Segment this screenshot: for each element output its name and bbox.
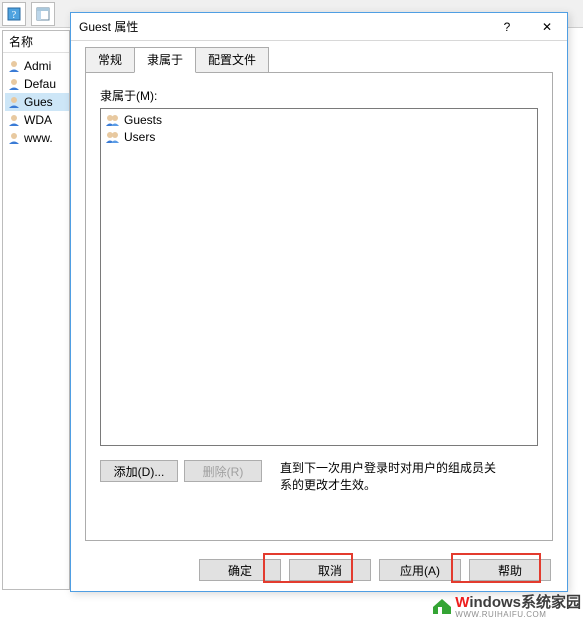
group-row-label: Users [124, 130, 155, 144]
list-item-label: www. [24, 131, 53, 145]
list-item-label: Gues [24, 95, 53, 109]
user-icon [7, 77, 21, 91]
list-item-selected[interactable]: Gues [5, 93, 69, 111]
list-item[interactable]: www. [5, 129, 69, 147]
titlebar[interactable]: Guest 属性 ? ✕ [71, 13, 567, 41]
tab-profile[interactable]: 配置文件 [195, 47, 269, 73]
tab-page-member-of: 隶属于(M): Guests Users 添加(D)... 删除(R) 直到下一… [85, 73, 553, 541]
tab-member-of[interactable]: 隶属于 [134, 47, 196, 73]
user-icon [7, 95, 21, 109]
group-icon [105, 113, 120, 127]
remove-button[interactable]: 删除(R) [184, 460, 262, 482]
help-button-footer[interactable]: 帮助 [469, 559, 551, 581]
list-item-label: Admi [24, 59, 51, 73]
close-button[interactable]: ✕ [527, 13, 567, 41]
watermark-logo-icon [431, 595, 453, 615]
background-user-list: 名称 Admi Defau Gues WDA www. [2, 30, 70, 590]
list-item[interactable]: WDA [5, 111, 69, 129]
tab-strip: 常规 隶属于 配置文件 [85, 51, 553, 73]
tab-general[interactable]: 常规 [85, 47, 135, 73]
column-header-name[interactable]: 名称 [3, 31, 69, 53]
cancel-button[interactable]: 取消 [289, 559, 371, 581]
dialog-title: Guest 属性 [79, 18, 487, 35]
svg-text:?: ? [12, 10, 17, 21]
membership-hint: 直到下一次用户登录时对用户的组成员关 系的更改才生效。 [280, 460, 538, 494]
help-button[interactable]: ? [487, 13, 527, 41]
dialog-footer: 确定 取消 应用(A) 帮助 [71, 559, 567, 581]
list-item-label: Defau [24, 77, 56, 91]
list-item-label: WDA [24, 113, 52, 127]
user-icon [7, 131, 21, 145]
apply-button[interactable]: 应用(A) [379, 559, 461, 581]
watermark-url: WWW.RUIHAIFU.COM [455, 610, 581, 619]
user-icon [7, 59, 21, 73]
properties-dialog: Guest 属性 ? ✕ 常规 隶属于 配置文件 隶属于(M): Guests … [70, 12, 568, 592]
group-row[interactable]: Guests [103, 111, 535, 128]
list-item[interactable]: Admi [5, 57, 69, 75]
watermark: Windows系统家园 WWW.RUIHAIFU.COM [431, 591, 581, 619]
user-icon [7, 113, 21, 127]
groups-listbox[interactable]: Guests Users [100, 108, 538, 446]
add-button[interactable]: 添加(D)... [100, 460, 178, 482]
watermark-text: Windows系统家园 [455, 591, 581, 612]
group-icon [105, 130, 120, 144]
member-of-label: 隶属于(M): [100, 87, 538, 104]
group-row[interactable]: Users [103, 128, 535, 145]
pane-toggle-icon[interactable] [31, 2, 55, 26]
ok-button[interactable]: 确定 [199, 559, 281, 581]
help-icon[interactable]: ? [2, 2, 26, 26]
list-item[interactable]: Defau [5, 75, 69, 93]
group-row-label: Guests [124, 113, 162, 127]
